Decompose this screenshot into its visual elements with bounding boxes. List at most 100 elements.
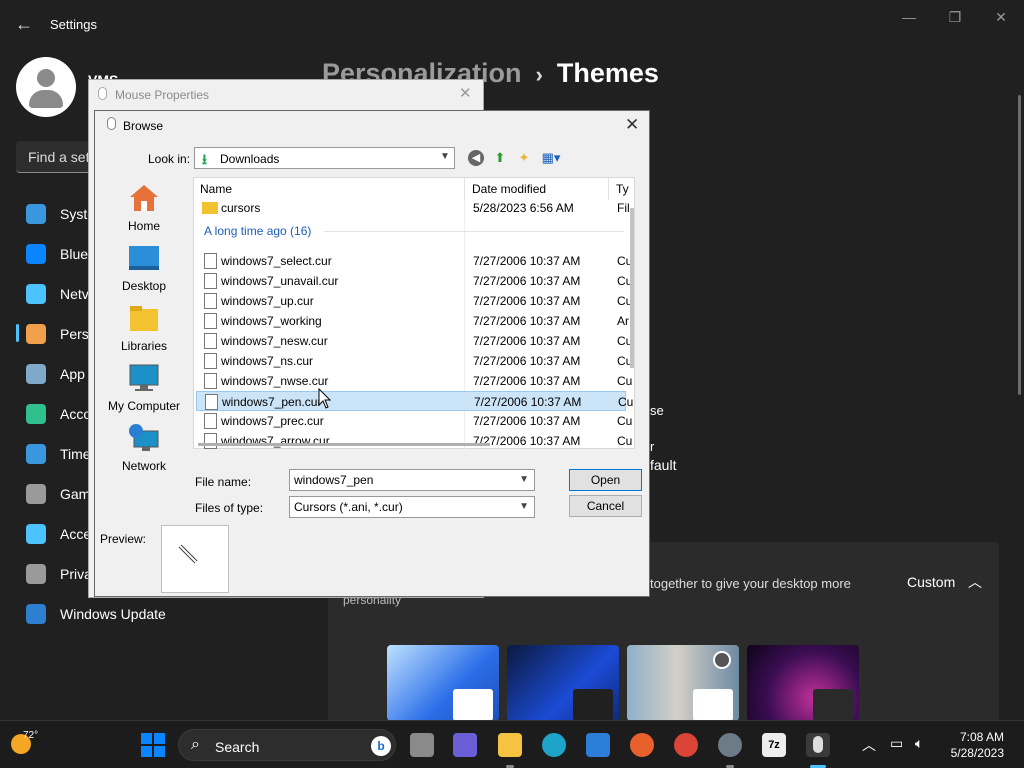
column-name[interactable]: Name xyxy=(200,182,232,196)
file-explorer-icon[interactable] xyxy=(498,733,522,757)
network-tray-icon[interactable]: ▭ xyxy=(890,735,903,752)
vertical-scrollbar[interactable] xyxy=(630,208,634,368)
chevron-down-icon: ▼ xyxy=(519,501,529,512)
volume-icon[interactable]: 🔈︎ xyxy=(915,735,923,752)
close-icon[interactable]: ✕ xyxy=(625,115,639,135)
file-row[interactable]: windows7_nwse.cur 7/27/2006 10:37 AM Cu xyxy=(196,371,632,391)
cancel-button[interactable]: Cancel xyxy=(569,495,642,517)
folder-icon xyxy=(202,202,218,214)
file-icon xyxy=(205,394,218,410)
edge-icon[interactable] xyxy=(542,733,566,757)
open-button[interactable]: Open xyxy=(569,469,642,491)
up-folder-icon[interactable]: ⬆ xyxy=(491,149,509,167)
chevron-down-icon[interactable]: ▼ xyxy=(519,474,529,485)
nav-label: Netv xyxy=(60,286,89,302)
group-header[interactable]: A long time ago (16) xyxy=(204,224,311,238)
app-title: Settings xyxy=(50,17,97,32)
look-in-label: Look in: xyxy=(148,152,191,166)
place-network[interactable]: Network xyxy=(99,423,189,473)
place-libraries[interactable]: Libraries xyxy=(99,303,189,353)
place-label: My Computer xyxy=(107,399,181,413)
theme-thumbnail[interactable] xyxy=(507,645,619,721)
chevron-up-icon[interactable]: ︿ xyxy=(968,572,982,592)
file-name-input[interactable]: windows7_pen ▼ xyxy=(289,469,535,491)
look-in-select[interactable]: ⭳ Downloads ▼ xyxy=(194,147,455,169)
nav-icon xyxy=(26,444,46,464)
file-row[interactable]: windows7_select.cur 7/27/2006 10:37 AM Cu xyxy=(196,251,632,271)
file-date: 7/27/2006 10:37 AM xyxy=(473,414,581,428)
maximize-button[interactable]: ❐ xyxy=(932,6,978,28)
file-row[interactable]: windows7_prec.cur 7/27/2006 10:37 AM Cu xyxy=(196,411,632,431)
mouse-properties-taskbar-icon[interactable] xyxy=(806,733,830,757)
nav-label: App xyxy=(60,366,85,382)
file-icon xyxy=(204,333,217,349)
back-icon[interactable]: ◀ xyxy=(468,150,484,166)
file-row[interactable]: windows7_unavail.cur 7/27/2006 10:37 AM Cu xyxy=(196,271,632,291)
file-icon xyxy=(204,253,217,269)
chrome-icon[interactable] xyxy=(674,733,698,757)
nav-icon xyxy=(26,404,46,424)
minimize-button[interactable]: — xyxy=(886,6,932,28)
file-icon xyxy=(204,433,217,449)
place-my-computer[interactable]: My Computer xyxy=(99,363,189,413)
new-folder-icon[interactable]: ✦ xyxy=(515,149,533,167)
file-type-value: Cursors (*.ani, *.cur) xyxy=(294,500,403,514)
folder-row[interactable]: cursors 5/28/2023 6:56 AM Fil xyxy=(196,198,630,218)
file-date: 7/27/2006 10:37 AM xyxy=(473,274,581,288)
theme-thumbnail[interactable] xyxy=(747,645,859,721)
file-name: windows7_nesw.cur xyxy=(221,334,328,348)
horizontal-scrollbar[interactable] xyxy=(198,443,490,446)
place-desktop[interactable]: Desktop xyxy=(99,243,189,293)
close-icon[interactable]: ✕ xyxy=(459,84,472,102)
clock-time[interactable]: 7:08 AM xyxy=(948,730,1004,744)
temperature[interactable]: 72° xyxy=(23,730,38,741)
nav-item[interactable]: Windows Update xyxy=(16,596,316,632)
file-row[interactable]: windows7_up.cur 7/27/2006 10:37 AM Cu xyxy=(196,291,632,311)
file-date: 7/27/2006 10:37 AM xyxy=(473,354,581,368)
chevron-up-icon[interactable]: ︿ xyxy=(862,735,876,755)
taskbar-search[interactable]: ⌕ Search b xyxy=(178,729,396,761)
back-button[interactable]: ← xyxy=(10,12,38,36)
text-fragment: fault xyxy=(650,457,677,473)
mouse-icon xyxy=(98,87,107,100)
firefox-icon[interactable] xyxy=(630,733,654,757)
nav-icon xyxy=(26,364,46,384)
file-row[interactable]: windows7_arrow.cur 7/27/2006 10:37 AM Cu xyxy=(196,431,632,451)
place-home[interactable]: Home xyxy=(99,183,189,233)
file-icon xyxy=(204,373,217,389)
theme-thumbnail[interactable] xyxy=(387,645,499,721)
theme-description: together to give your desktop more xyxy=(650,576,851,591)
pen-cursor-icon xyxy=(178,544,198,564)
file-row[interactable]: windows7_ns.cur 7/27/2006 10:37 AM Cu xyxy=(196,351,632,371)
file-name: windows7_up.cur xyxy=(221,294,314,308)
clock-date[interactable]: 5/28/2023 xyxy=(948,746,1004,760)
7zip-icon[interactable]: 7z xyxy=(762,733,786,757)
chat-icon[interactable] xyxy=(453,733,477,757)
file-date: 7/27/2006 10:37 AM xyxy=(473,374,581,388)
file-icon xyxy=(204,273,217,289)
file-row[interactable]: windows7_nesw.cur 7/27/2006 10:37 AM Cu xyxy=(196,331,632,351)
search-icon: ⌕ xyxy=(191,736,200,753)
close-button[interactable]: ✕ xyxy=(978,6,1024,28)
theme-thumbnail[interactable] xyxy=(627,645,739,721)
file-row[interactable]: windows7_pen.cur 7/27/2006 10:37 AM Cu xyxy=(196,391,633,411)
column-date[interactable]: Date modified xyxy=(472,182,546,196)
place-label: Desktop xyxy=(121,279,167,293)
view-menu-icon[interactable]: ▦▾ xyxy=(538,149,564,167)
page-title: Themes xyxy=(556,58,659,88)
bing-icon[interactable]: b xyxy=(371,736,391,756)
browse-dialog: Browse ✕ Look in: ⭳ Downloads ▼ ◀ ⬆ ✦ ▦▾… xyxy=(94,110,650,597)
scrollbar[interactable] xyxy=(1018,95,1021,395)
mouse-pointer-icon xyxy=(318,388,332,409)
task-view-icon[interactable] xyxy=(410,733,434,757)
store-icon[interactable] xyxy=(586,733,610,757)
settings-gear-icon[interactable] xyxy=(718,733,742,757)
places-bar: Home Desktop Libraries My Computer Netwo… xyxy=(99,177,189,473)
file-list[interactable]: Name Date modified Ty cursors 5/28/2023 … xyxy=(193,177,635,451)
file-date: 7/27/2006 10:37 AM xyxy=(473,254,581,268)
file-type-select[interactable]: Cursors (*.ani, *.cur) ▼ xyxy=(289,496,535,518)
file-row[interactable]: windows7_working 7/27/2006 10:37 AM Ar xyxy=(196,311,629,331)
column-type[interactable]: Ty xyxy=(616,182,629,196)
start-button[interactable] xyxy=(141,733,165,757)
nav-icon xyxy=(26,284,46,304)
